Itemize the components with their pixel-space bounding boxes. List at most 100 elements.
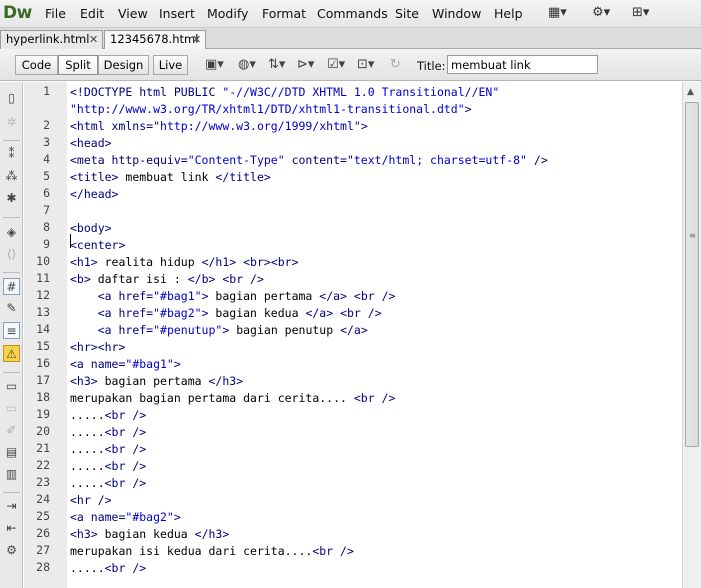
code-line[interactable]: <head> — [70, 135, 112, 152]
menu-window[interactable]: Window — [432, 6, 481, 21]
code-line[interactable]: merupakan isi kedua dari cerita....<br /… — [70, 543, 354, 560]
scroll-up-icon[interactable]: ▲ — [687, 87, 694, 97]
line-number: 24 — [36, 492, 50, 506]
menu-help[interactable]: Help — [494, 6, 523, 21]
word-wrap-icon[interactable]: ≡ — [3, 322, 20, 339]
code-line[interactable]: <h1> realita hidup </h1> <br><br> — [70, 254, 299, 271]
recent-snippets-icon[interactable]: ▤ — [3, 444, 20, 461]
code-line[interactable]: <center> — [70, 237, 125, 254]
code-line[interactable]: <h3> bagian pertama </h3> — [70, 373, 243, 390]
tab-label: hyperlink.html — [6, 32, 90, 46]
collapse-full-tag-icon[interactable]: ⁑ — [3, 146, 20, 163]
multiscreen-icon[interactable]: ▣▾ — [205, 57, 224, 72]
sitemap-icon[interactable]: ⊞▾ — [632, 5, 649, 20]
scrollbar-thumb[interactable]: ≡ — [685, 102, 699, 447]
line-number: 15 — [36, 339, 50, 353]
line-number: 26 — [36, 526, 50, 540]
code-line[interactable]: <hr><hr> — [70, 339, 125, 356]
code-line[interactable]: .....<br /> — [70, 441, 146, 458]
code-line[interactable]: <body> — [70, 220, 112, 237]
menu-file[interactable]: File — [45, 6, 66, 21]
line-number: 9 — [43, 237, 50, 251]
line-number: 28 — [36, 560, 50, 574]
line-number: 2 — [43, 118, 50, 132]
code-line[interactable]: .....<br /> — [70, 458, 146, 475]
code-line[interactable]: </head> — [70, 186, 118, 203]
expand-all-icon[interactable]: ✱ — [3, 190, 20, 207]
code-line[interactable]: <a href="#penutup"> bagian penutup </a> — [70, 322, 368, 339]
code-line[interactable]: .....<br /> — [70, 407, 146, 424]
balance-braces-icon[interactable]: ⟨⟩ — [3, 246, 20, 263]
menu-insert[interactable]: Insert — [159, 6, 195, 21]
code-line[interactable]: <meta http-equiv="Content-Type" content=… — [70, 152, 548, 169]
outdent-code-icon[interactable]: ⇤ — [3, 520, 20, 537]
design-view-button[interactable]: Design — [98, 55, 149, 75]
code-line[interactable]: <a name="#bag2"> — [70, 509, 181, 526]
tab-hyperlink[interactable]: hyperlink.html ✕ — [0, 30, 103, 49]
line-number: 10 — [36, 254, 50, 268]
code-line[interactable]: <title> membuat link </title> — [70, 169, 271, 186]
menu-format[interactable]: Format — [262, 6, 306, 21]
close-icon[interactable]: ✕ — [89, 31, 98, 48]
line-number: 16 — [36, 356, 50, 370]
divider — [3, 372, 20, 373]
code-line[interactable]: <html xmlns="http://www.w3.org/1999/xhtm… — [70, 118, 368, 135]
title-label: Title: — [417, 59, 446, 73]
format-source-code-icon[interactable]: ⚙ — [3, 542, 20, 559]
grip-icon: ≡ — [689, 231, 696, 240]
line-number: 11 — [36, 271, 50, 285]
file-management-icon[interactable]: ⇅▾ — [268, 57, 285, 72]
line-number: 5 — [43, 169, 50, 183]
line-number: 25 — [36, 509, 50, 523]
remove-comment-icon[interactable]: ▭ — [3, 400, 20, 417]
code-line[interactable]: <h3> bagian kedua </h3> — [70, 526, 229, 543]
browser-preview-icon[interactable]: ◍▾ — [238, 57, 256, 72]
code-line[interactable]: <a href="#bag1"> bagian pertama </a> <br… — [70, 288, 396, 305]
line-number: 18 — [36, 390, 50, 404]
code-line[interactable]: .....<br /> — [70, 424, 146, 441]
title-input[interactable] — [447, 55, 598, 74]
code-line[interactable]: <!DOCTYPE html PUBLIC "-//W3C//DTD XHTML… — [70, 84, 499, 101]
code-line[interactable]: <a name="#bag1"> — [70, 356, 181, 373]
code-line[interactable]: merupakan bagian pertama dari cerita....… — [70, 390, 395, 407]
indent-code-icon[interactable]: ⇥ — [3, 498, 20, 515]
line-number: 21 — [36, 441, 50, 455]
tab-12345678[interactable]: 12345678.html ✕ — [104, 30, 206, 49]
live-view-button[interactable]: Live — [153, 55, 188, 75]
show-code-navigator-icon[interactable]: ✲ — [3, 114, 20, 131]
line-numbers-icon[interactable]: # — [3, 278, 20, 295]
code-line[interactable]: .....<br /> — [70, 560, 146, 577]
syntax-error-alerts-icon[interactable]: ⚠ — [3, 345, 20, 362]
menu-view[interactable]: View — [118, 6, 148, 21]
divider — [3, 272, 20, 273]
code-line[interactable]: <hr /> — [70, 492, 112, 509]
close-icon[interactable]: ✕ — [192, 31, 201, 48]
code-line[interactable]: .....<br /> — [70, 475, 146, 492]
wrap-tag-icon[interactable]: ✐ — [3, 422, 20, 439]
code-line[interactable]: <b> daftar isi : </b> <br /> — [70, 271, 264, 288]
menu-commands[interactable]: Commands — [317, 6, 388, 21]
menu-modify[interactable]: Modify — [207, 6, 248, 21]
collapse-selection-icon[interactable]: ⁂ — [3, 168, 20, 185]
highlight-invalid-code-icon[interactable]: ✎ — [3, 300, 20, 317]
apply-comment-icon[interactable]: ▭ — [3, 378, 20, 395]
menu-site[interactable]: Site — [395, 6, 419, 21]
open-documents-icon[interactable]: ▯ — [3, 90, 20, 107]
select-parent-tag-icon[interactable]: ◈ — [3, 224, 20, 241]
inspect-icon[interactable]: ⊳▾ — [297, 57, 314, 72]
refresh-icon[interactable]: ↻ — [390, 57, 401, 72]
validate-icon[interactable]: ☑▾ — [327, 57, 345, 72]
split-view-button[interactable]: Split — [58, 55, 98, 75]
code-line[interactable]: <a href="#bag2"> bagian kedua </a> <br /… — [70, 305, 382, 322]
menu-edit[interactable]: Edit — [80, 6, 104, 21]
gear-icon[interactable]: ⚙▾ — [592, 5, 610, 20]
text-caret — [70, 234, 71, 248]
vertical-scrollbar[interactable]: ▲ ≡ — [682, 82, 701, 588]
layout-icon[interactable]: ▦▾ — [548, 5, 567, 20]
line-number: 1 — [43, 84, 50, 98]
code-view-button[interactable]: Code — [15, 55, 58, 75]
visual-aids-icon[interactable]: ⊡▾ — [357, 57, 374, 72]
document-tab-bar: hyperlink.html ✕ 12345678.html ✕ — [0, 28, 701, 49]
code-line[interactable]: "http://www.w3.org/TR/xhtml1/DTD/xhtml1-… — [70, 101, 472, 118]
move-css-icon[interactable]: ▥ — [3, 466, 20, 483]
